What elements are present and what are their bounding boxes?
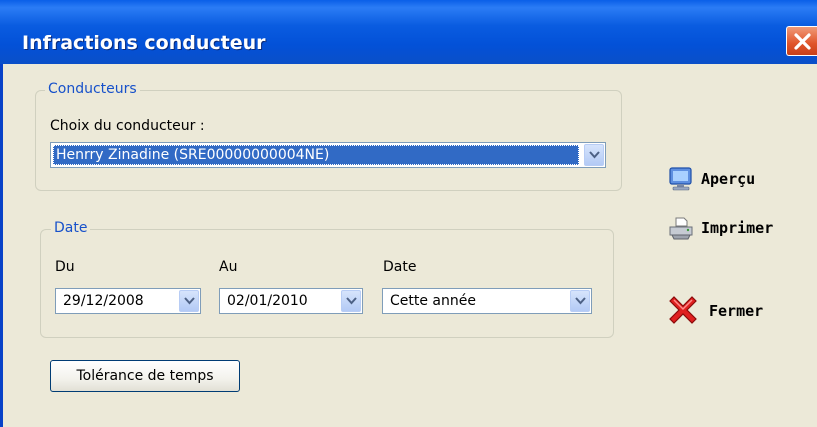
red-x-icon [669,296,697,324]
period-select-value: Cette année [390,293,476,309]
close-button[interactable] [786,26,817,56]
date-group [40,229,614,338]
to-date-picker[interactable]: 02/01/2010 [219,288,363,314]
apercu-label: Aperçu [701,170,756,188]
conducteurs-legend: Conducteurs [45,81,140,97]
tolerance-button[interactable]: Tolérance de temps [50,360,240,392]
printer-icon [669,217,693,240]
period-select[interactable]: Cette année [382,288,592,314]
to-label: Au [219,259,238,275]
driver-select-value: Henrry Zinadine (SRE00000000004NE) [53,145,579,165]
to-date-value: 02/01/2010 [227,293,308,309]
driver-select[interactable]: Henrry Zinadine (SRE00000000004NE) [50,142,606,168]
from-label: Du [55,259,75,275]
fermer-button[interactable]: Fermer [665,291,805,329]
from-date-picker[interactable]: 29/12/2008 [55,288,201,314]
date-legend: Date [51,220,91,236]
period-label: Date [383,259,417,275]
title-bar[interactable]: Infractions conducteur [0,0,817,64]
from-date-value: 29/12/2008 [63,293,144,309]
chevron-down-icon[interactable] [584,144,604,166]
imprimer-button[interactable]: Imprimer [665,212,815,244]
monitor-icon [669,167,692,191]
close-icon [794,33,811,50]
window-title: Infractions conducteur [22,32,266,54]
apercu-button[interactable]: Aperçu [665,163,785,195]
conducteurs-group [35,90,622,191]
chevron-down-icon[interactable] [570,290,590,312]
driver-choice-label: Choix du conducteur : [50,118,205,134]
imprimer-label: Imprimer [701,219,774,237]
dialog-window: Infractions conducteur Conducteurs Choix… [0,0,817,427]
chevron-down-icon[interactable] [179,290,199,312]
chevron-down-icon[interactable] [341,290,361,312]
fermer-label: Fermer [709,302,764,320]
